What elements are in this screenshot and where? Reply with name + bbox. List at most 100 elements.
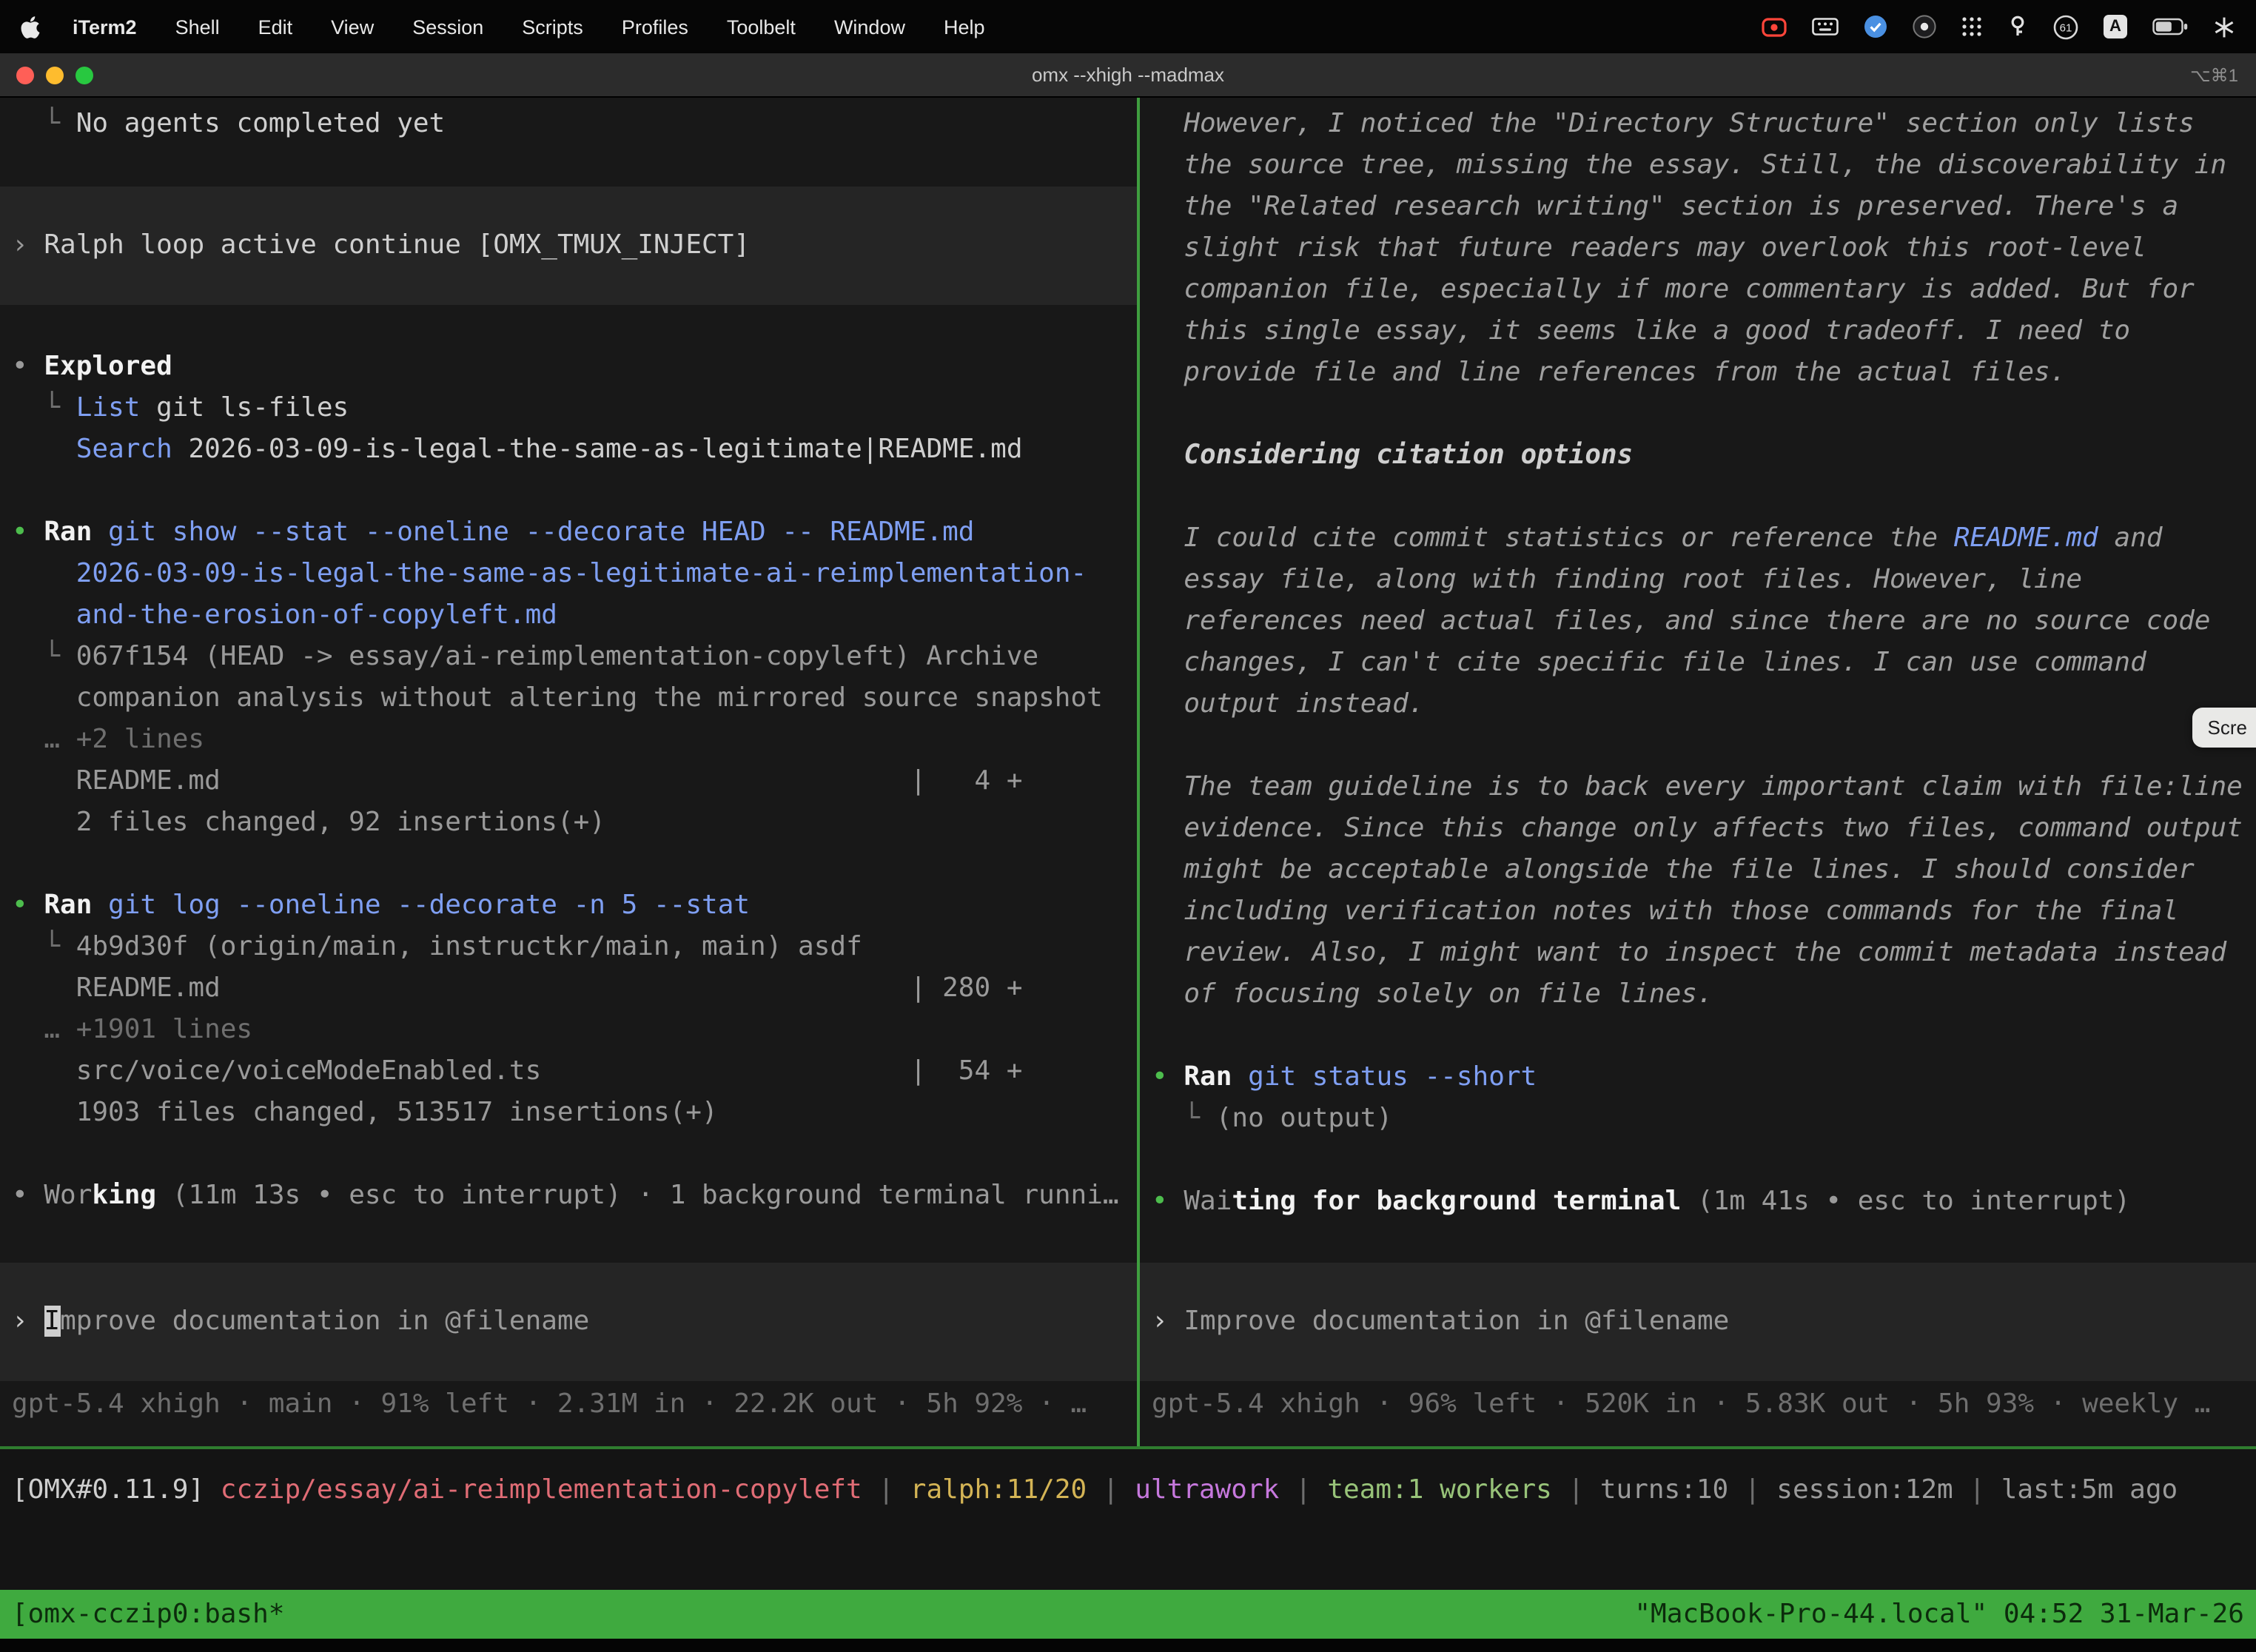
menu-item-profiles[interactable]: Profiles <box>622 16 688 38</box>
text-segment: › <box>12 1306 44 1337</box>
text-segment <box>12 558 76 589</box>
menu-item-scripts[interactable]: Scripts <box>522 16 583 38</box>
window-title-bar[interactable]: omx --xhigh --madmax ⌥⌘1 <box>0 53 2256 98</box>
battery-icon[interactable] <box>2152 18 2188 36</box>
screen-recording-indicator-icon[interactable] <box>1762 17 1787 36</box>
text-segment: Ralph loop active continue [OMX_TMUX_INJ… <box>44 229 750 261</box>
text-segment: • <box>1152 1061 1184 1092</box>
left-pane-footer: › Improve documentation in @filename gpt… <box>0 1263 1137 1446</box>
ralph-loop-banner: › Ralph loop active continue [OMX_TMUX_I… <box>0 187 1137 305</box>
menu-item-iterm2[interactable]: iTerm2 <box>73 16 137 38</box>
menu-item-shell[interactable]: Shell <box>175 16 220 38</box>
text-segment: git show --stat --oneline --decorate HEA… <box>108 517 974 548</box>
traffic-lights <box>0 66 93 84</box>
terminal-line: references need actual files, and since … <box>1140 601 2256 642</box>
text-segment: 2 files changed, 92 insertions(+) <box>12 807 605 838</box>
text-segment: and <box>2098 523 2163 554</box>
menu-item-session[interactable]: Session <box>412 16 483 38</box>
zoom-window-button[interactable] <box>75 66 93 84</box>
menu-item-view[interactable]: View <box>331 16 374 38</box>
text-segment: └ <box>12 641 76 672</box>
text-segment: Search <box>76 434 172 465</box>
terminal-line: of focusing solely on file lines. <box>1140 974 2256 1015</box>
minimize-window-button[interactable] <box>46 66 64 84</box>
text-segment: No agents completed yet <box>76 108 446 139</box>
text-segment: | <box>1087 1474 1135 1505</box>
terminal-line: └ 067f154 (HEAD -> essay/ai-reimplementa… <box>0 637 1137 678</box>
terminal-line: the "Related research writing" section i… <box>1140 187 2256 228</box>
terminal-line: evidence. Since this change only affects… <box>1140 808 2256 850</box>
menu-item-help[interactable]: Help <box>944 16 985 38</box>
text-segment: team:1 workers <box>1327 1474 1551 1505</box>
text-segment: However, I noticed the "Directory Struct… <box>1152 108 2195 139</box>
menu-bar-status-icons: 61 A <box>1762 14 2235 39</box>
text-segment: turns:10 <box>1600 1474 1728 1505</box>
terminal-line: • Ran git log --oneline --decorate -n 5 … <box>0 885 1137 927</box>
text-segment: | 4 + <box>910 765 1023 796</box>
text-segment: 4b9d30f (origin/main, instructkr/main, m… <box>76 931 862 962</box>
text-segment: • <box>1152 1186 1184 1217</box>
screen-notification-text: Scre <box>2208 716 2247 739</box>
text-segment: | <box>1953 1474 2001 1505</box>
key-icon[interactable] <box>2007 15 2028 38</box>
bottom-padding <box>0 1639 2256 1652</box>
text-segment: including verification notes with those … <box>1152 896 2178 927</box>
text-segment: (1m 41s • esc to interrupt) <box>1681 1186 2130 1217</box>
text-segment: • <box>12 1180 44 1211</box>
text-segment: › <box>1152 1306 1184 1337</box>
apple-menu-icon[interactable] <box>21 14 40 39</box>
screen-notification-popup[interactable]: Scre <box>2193 708 2256 748</box>
fan-icon[interactable] <box>2213 16 2235 38</box>
terminal-line: and-the-erosion-of-copyleft.md <box>0 595 1137 637</box>
text-segment: companion file, especially if more comme… <box>1152 274 2195 305</box>
left-prompt-box[interactable]: › Improve documentation in @filename <box>0 1263 1137 1381</box>
right-pane-footer: › Improve documentation in @filename gpt… <box>1140 1263 2256 1446</box>
terminal-line <box>1140 1140 2256 1181</box>
terminal-line: Search 2026-03-09-is-legal-the-same-as-l… <box>0 429 1137 471</box>
text-segment: › <box>12 229 44 261</box>
menu-item-window[interactable]: Window <box>834 16 905 38</box>
text-segment: Wai <box>1184 1186 1232 1217</box>
text-segment: | 54 + <box>910 1055 1023 1087</box>
keyboard-icon[interactable] <box>1812 18 1839 36</box>
text-segment: Explored <box>44 351 172 382</box>
apps-grid-icon[interactable] <box>1961 16 1982 37</box>
text-segment: Ran <box>44 890 92 921</box>
right-prompt-line: › Improve documentation in @filename <box>1140 1301 2256 1343</box>
close-window-button[interactable] <box>16 66 34 84</box>
text-segment: README.md <box>12 973 221 1004</box>
text-segment: ultrawork <box>1135 1474 1279 1505</box>
blue-app-icon[interactable] <box>1864 15 1887 38</box>
input-source-icon[interactable]: A <box>2104 15 2127 38</box>
text-segment: • <box>12 517 44 548</box>
menu-item-edit[interactable]: Edit <box>258 16 293 38</box>
svg-text:61: 61 <box>2060 21 2072 33</box>
terminal-line: output instead. <box>1140 684 2256 725</box>
right-agent-pane[interactable]: However, I noticed the "Directory Struct… <box>1140 98 2256 1446</box>
left-status-text: gpt-5.4 xhigh · main · 91% left · 2.31M … <box>12 1389 1087 1420</box>
text-segment: I <box>44 1306 60 1337</box>
text-segment: 067f154 (HEAD -> essay/ai-reimplementati… <box>76 641 1038 672</box>
omx-status-bar: [OMX#0.11.9] cczip/essay/ai-reimplementa… <box>0 1449 2256 1511</box>
terminal-line: └ List git ls-files <box>0 388 1137 429</box>
menu-item-toolbelt[interactable]: Toolbelt <box>727 16 796 38</box>
battery-percentage-icon[interactable]: 61 <box>2053 14 2078 39</box>
right-status-text: gpt-5.4 xhigh · 96% left · 520K in · 5.8… <box>1152 1389 2211 1420</box>
left-agent-pane[interactable]: └ No agents completed yet › Ralph loop a… <box>0 98 1137 1446</box>
terminal-line: provide file and line references from th… <box>1140 352 2256 394</box>
text-segment: README.md <box>1954 523 2098 554</box>
text-segment: • <box>12 890 44 921</box>
tmux-status-bar: [omx-cczip0:bash* "MacBook-Pro-44.local"… <box>0 1590 2256 1639</box>
dark-app-icon[interactable] <box>1913 15 1936 38</box>
terminal-line: review. Also, I might want to inspect th… <box>1140 933 2256 974</box>
text-segment: Wor <box>44 1180 92 1211</box>
text-segment: git log --oneline --decorate -n 5 --stat <box>108 890 750 921</box>
ralph-loop-banner: › Ralph loop active continue [OMX_TMUX_I… <box>0 225 1137 266</box>
terminal-line: slight risk that future readers may over… <box>1140 228 2256 269</box>
text-segment: king <box>92 1180 156 1211</box>
terminal-line <box>0 1134 1137 1175</box>
right-prompt-box[interactable]: › Improve documentation in @filename <box>1140 1263 2256 1381</box>
text-segment: git ls-files <box>140 392 349 423</box>
window-title: omx --xhigh --madmax <box>0 64 2256 86</box>
terminal-line <box>1140 725 2256 767</box>
